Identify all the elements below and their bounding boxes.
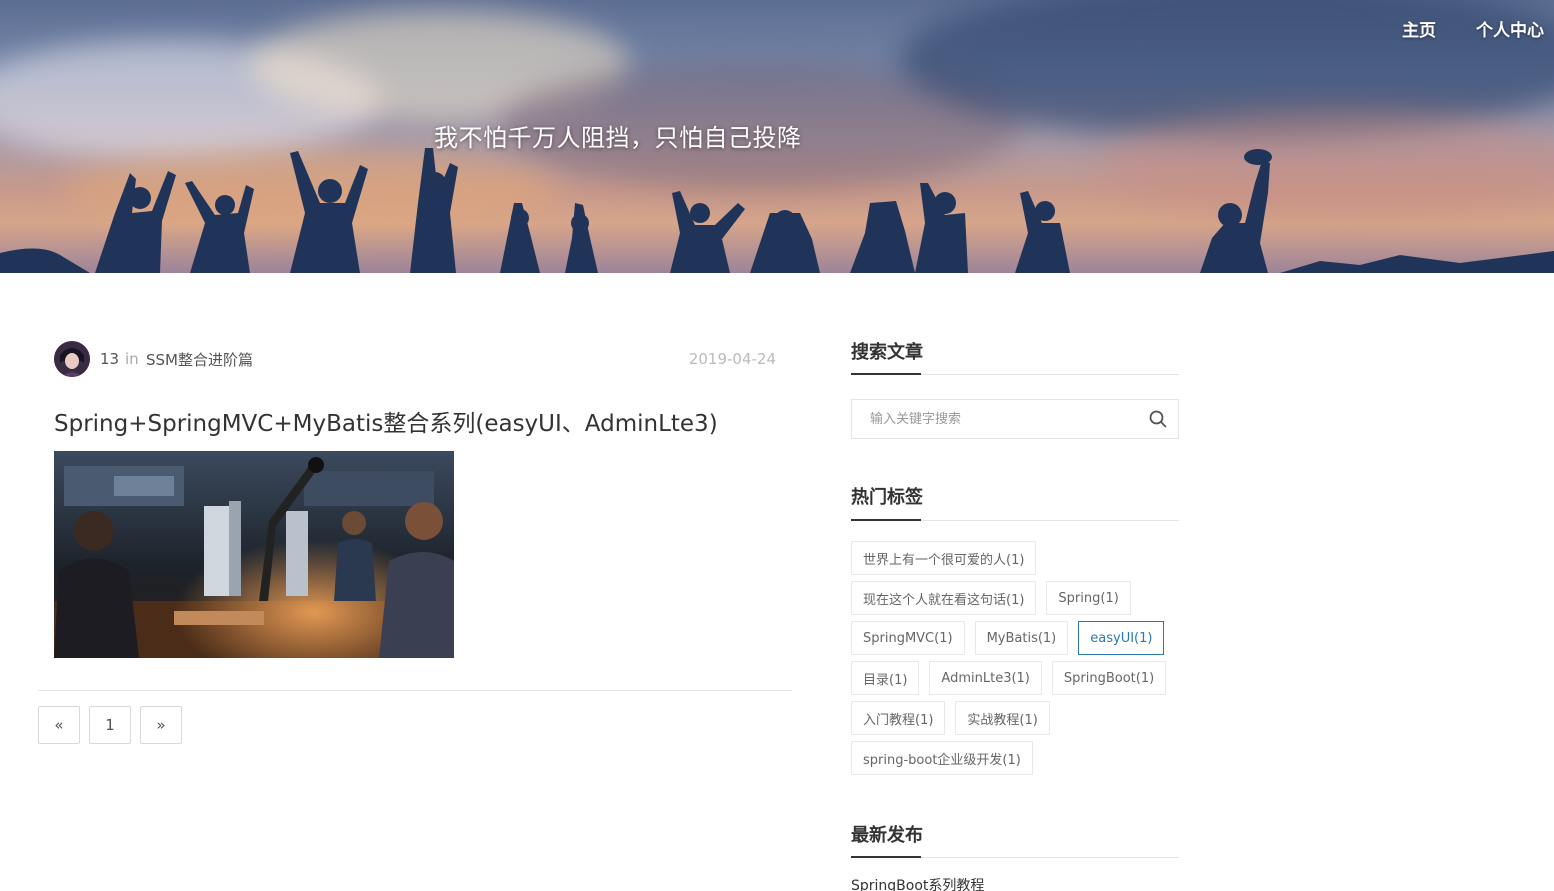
post-date: 2019-04-24	[688, 350, 776, 368]
hero-motto: 我不怕千万人阻挡，只怕自己投降	[434, 124, 802, 152]
tag-item[interactable]: 现在这个人就在看这句话(1)	[851, 581, 1037, 615]
hot-tags: 世界上有一个很可爱的人(1) 现在这个人就在看这句话(1) Spring(1) Spr…	[851, 541, 1179, 781]
pagination-prev-button[interactable]: «	[38, 706, 80, 744]
latest-post-link[interactable]: SpringBoot系列教程	[851, 875, 984, 891]
tag-item[interactable]: 世界上有一个很可爱的人(1)	[851, 541, 1037, 575]
search-widget-title: 搜索文章	[851, 342, 923, 363]
tag-item[interactable]: easyUI(1)	[1078, 621, 1165, 655]
post-category-link[interactable]: SSM整合进阶篇	[146, 349, 253, 370]
tag-item[interactable]: AdminLte3(1)	[929, 661, 1042, 695]
tag-item[interactable]: 目录(1)	[851, 661, 920, 695]
tag-item[interactable]: spring-boot企业级开发(1)	[851, 741, 1033, 775]
avatar-portrait-icon	[54, 341, 90, 377]
tag-row: 目录(1) AdminLte3(1) SpringBoot(1)	[851, 661, 1179, 695]
pagination-page-button[interactable]: 1	[89, 706, 131, 744]
post-author: 13	[100, 350, 120, 368]
post-title-link[interactable]: Spring+SpringMVC+MyBatis整合系列(easyUI、Admi…	[54, 404, 718, 438]
nav-profile-link[interactable]: 个人中心	[1476, 16, 1544, 41]
tag-row: 现在这个人就在看这句话(1) Spring(1)	[851, 581, 1179, 615]
pagination: « 1 »	[38, 706, 182, 744]
author-avatar[interactable]	[54, 341, 90, 377]
tags-widget-underline	[851, 519, 1179, 521]
tag-row: 入门教程(1) 实战教程(1)	[851, 701, 1179, 735]
tag-row: spring-boot企业级开发(1)	[851, 741, 1179, 775]
latest-widget-title: 最新发布	[851, 825, 923, 846]
content-divider	[38, 690, 792, 691]
tag-row: SpringMVC(1) MyBatis(1) easyUI(1)	[851, 621, 1179, 655]
hero-banner: 主页 个人中心 我不怕千万人阻挡，只怕自己投降	[0, 0, 1554, 273]
post-in-label: in	[125, 350, 139, 368]
tag-item[interactable]: 实战教程(1)	[955, 701, 1050, 735]
search-widget-underline	[851, 373, 1179, 375]
post-cover-image[interactable]	[54, 451, 454, 658]
nav-home-link[interactable]: 主页	[1402, 16, 1436, 41]
top-nav: 主页 个人中心	[1402, 16, 1544, 41]
tag-item[interactable]: SpringMVC(1)	[851, 621, 965, 655]
office-photo-image	[54, 451, 454, 658]
search-input[interactable]	[852, 401, 1138, 437]
tag-item[interactable]: Spring(1)	[1046, 581, 1131, 615]
tag-item[interactable]: MyBatis(1)	[974, 621, 1069, 655]
search-icon[interactable]	[1138, 400, 1178, 438]
tags-widget-title: 热门标签	[851, 487, 923, 508]
search-box	[851, 399, 1179, 439]
people-silhouettes	[0, 148, 1554, 273]
tag-item[interactable]: SpringBoot(1)	[1051, 661, 1167, 695]
pagination-next-button[interactable]: »	[140, 706, 182, 744]
post-meta: 13 in SSM整合进阶篇 2019-04-24	[54, 341, 776, 377]
tag-row: 世界上有一个很可爱的人(1)	[851, 541, 1179, 575]
tag-item[interactable]: 入门教程(1)	[851, 701, 946, 735]
latest-widget-underline	[851, 856, 1179, 858]
